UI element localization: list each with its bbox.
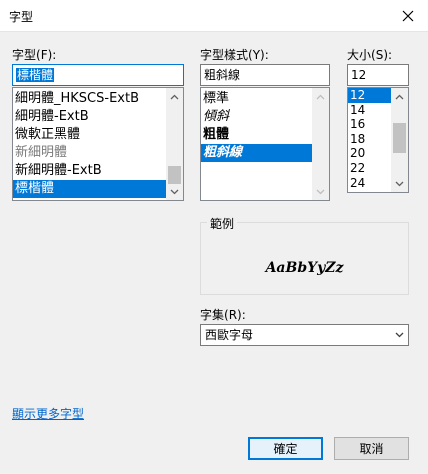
close-button[interactable] xyxy=(388,0,428,32)
font-style-label: 字型樣式(Y): xyxy=(200,48,269,62)
dialog-title: 字型 xyxy=(9,10,34,24)
font-list-scrollbar[interactable] xyxy=(166,88,183,200)
font-list[interactable]: 細明體_HKSCS-ExtB 細明體-ExtB 微軟正黑體 新細明體 新細明體-ExtB… xyxy=(12,87,184,201)
chevron-up-icon xyxy=(316,94,325,99)
list-item[interactable]: 粗斜線 xyxy=(201,144,313,162)
list-item[interactable]: 16 xyxy=(348,117,391,132)
scroll-up-arrow[interactable] xyxy=(312,88,329,105)
font-size-input[interactable]: 12 xyxy=(347,64,409,86)
cancel-button[interactable]: 取消 xyxy=(334,437,409,460)
font-size-scrollbar[interactable] xyxy=(391,88,408,192)
chevron-up-icon xyxy=(170,94,179,99)
list-item[interactable]: 新細明體 xyxy=(13,144,168,162)
list-item[interactable]: 標準 xyxy=(201,90,313,108)
list-item[interactable]: 粗體 xyxy=(201,126,313,144)
scroll-thumb[interactable] xyxy=(168,166,181,184)
title-bar: 字型 xyxy=(0,0,428,32)
list-item[interactable]: 微軟正黑體 xyxy=(13,126,168,144)
show-more-fonts-link[interactable]: 顯示更多字型 xyxy=(12,405,84,422)
chevron-down-icon xyxy=(316,189,325,194)
list-item[interactable]: 22 xyxy=(348,161,391,176)
list-item[interactable]: 14 xyxy=(348,103,391,118)
font-style-scrollbar[interactable] xyxy=(312,88,329,200)
font-label: 字型(F): xyxy=(12,48,57,62)
script-label: 字集(R): xyxy=(200,308,246,322)
scroll-up-arrow[interactable] xyxy=(166,88,183,105)
font-size-value: 12 xyxy=(351,68,367,82)
close-icon xyxy=(402,10,414,22)
font-style-input[interactable]: 粗斜線 xyxy=(200,64,330,86)
chevron-down-icon xyxy=(395,332,404,338)
font-name-value: 標楷體 xyxy=(16,68,55,82)
cancel-button-label: 取消 xyxy=(359,442,384,456)
dialog-client: 字型(F): 標楷體 細明體_HKSCS-ExtB 細明體-ExtB 微軟正黑體 新細… xyxy=(0,33,428,474)
chevron-down-icon xyxy=(170,189,179,194)
font-name-input[interactable]: 標楷體 xyxy=(12,64,184,86)
sample-title: 範例 xyxy=(207,215,238,232)
list-item[interactable]: 20 xyxy=(348,146,391,161)
list-item[interactable]: 傾斜 xyxy=(201,108,313,126)
scroll-down-arrow[interactable] xyxy=(312,183,329,200)
scroll-down-arrow[interactable] xyxy=(391,175,408,192)
chevron-down-icon xyxy=(395,181,404,186)
list-item[interactable]: 12 xyxy=(348,88,391,103)
list-item[interactable]: 細明體-ExtB xyxy=(13,108,168,126)
script-value: 西歐字母 xyxy=(205,328,254,342)
list-item[interactable]: 18 xyxy=(348,132,391,147)
font-style-value: 粗斜線 xyxy=(204,68,241,82)
list-item[interactable]: 標楷體 xyxy=(13,180,168,198)
font-size-label: 大小(S): xyxy=(347,48,393,62)
list-item[interactable]: 新細明體-ExtB xyxy=(13,162,168,180)
chevron-up-icon xyxy=(395,94,404,99)
ok-button[interactable]: 確定 xyxy=(248,437,323,460)
sample-preview-text: AaBbYyZz xyxy=(265,260,344,276)
list-item[interactable]: 細明體_HKSCS-ExtB xyxy=(13,90,168,108)
font-style-list[interactable]: 標準 傾斜 粗體 粗斜線 xyxy=(200,87,330,201)
font-size-list[interactable]: 12 14 16 18 20 22 24 xyxy=(347,87,409,193)
ok-button-label: 確定 xyxy=(273,442,298,456)
scroll-up-arrow[interactable] xyxy=(391,88,408,105)
script-select[interactable]: 西歐字母 xyxy=(200,324,409,346)
sample-group: 範例 AaBbYyZz xyxy=(200,215,409,295)
scroll-down-arrow[interactable] xyxy=(166,183,183,200)
list-item[interactable]: 24 xyxy=(348,176,391,191)
scroll-thumb[interactable] xyxy=(393,123,406,153)
